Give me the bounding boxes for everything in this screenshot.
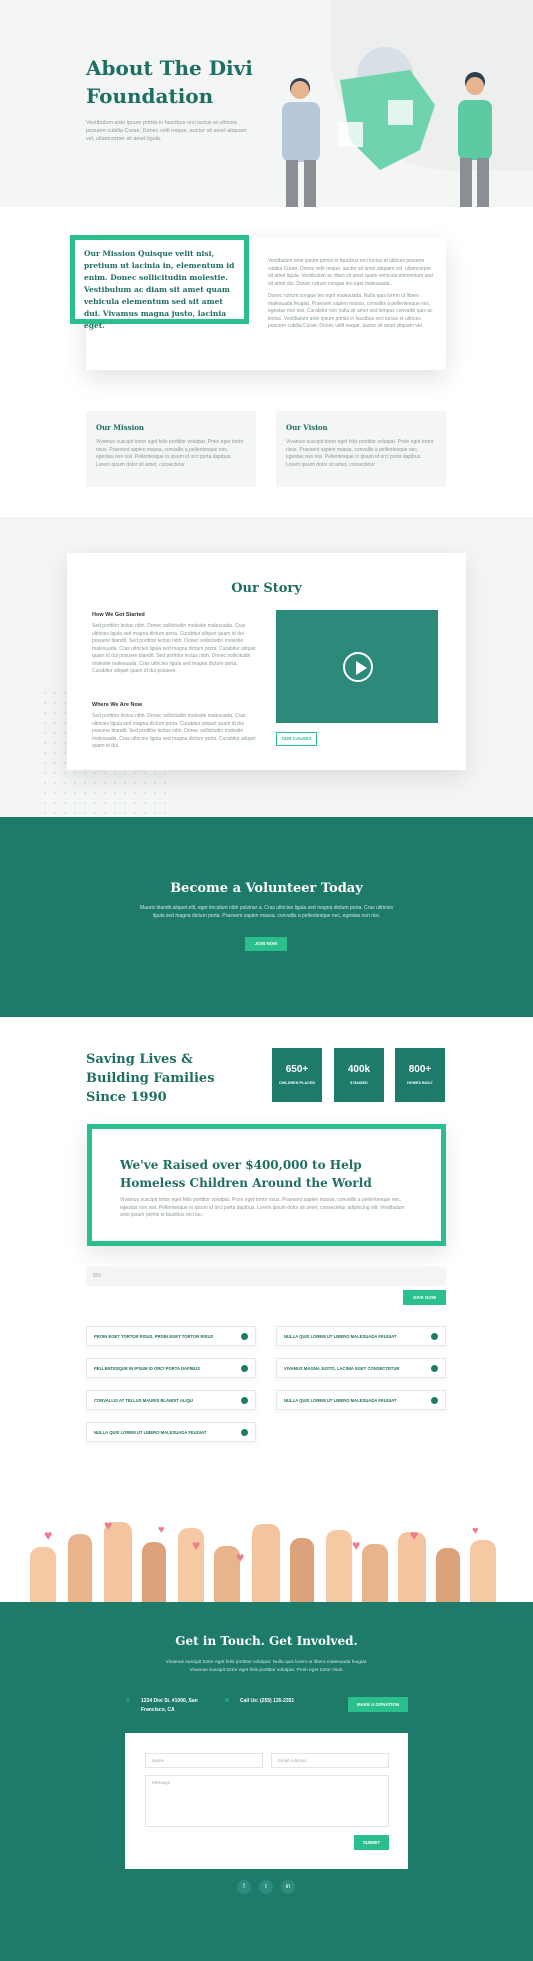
message-textarea[interactable]: Message (145, 1775, 389, 1827)
our-vision-title: Our Vision (286, 423, 328, 432)
submit-button[interactable]: SUBMIT (354, 1835, 389, 1850)
plus-icon (241, 1333, 248, 1340)
mission-quote: Our Mission Quisque velit nisi, pretium … (84, 249, 235, 330)
hero-title: About The Divi Foundation (86, 56, 253, 108)
facebook-icon[interactable]: f (237, 1880, 251, 1894)
name-input[interactable]: Name (145, 1753, 263, 1768)
faq-toggle[interactable]: PROIN EGET TORTOR RISUS. PROIN EGET TORT… (86, 1326, 256, 1346)
contact-text: Vivamus suscipit tortor eget felis portt… (165, 1660, 368, 1673)
mission-quote-box: Our Mission Quisque velit nisi, pretium … (70, 235, 249, 330)
heart-icon: ♥ (410, 1527, 419, 1543)
donation-amount-input[interactable]: $50 (86, 1267, 446, 1286)
join-now-button[interactable]: JOIN NOW (245, 937, 287, 951)
faq-toggle[interactable]: PELLENTESQUE IN IPSUM ID ORCI PORTA DAPI… (86, 1358, 256, 1378)
heart-icon: ♥ (158, 1524, 165, 1536)
story-para-2: Sed porttitor lectus nibh. Donec sollici… (92, 713, 256, 749)
story-heading-1: How We Got Started (92, 612, 145, 618)
heart-icon: ♥ (472, 1525, 479, 1537)
faq-toggle[interactable]: NULLA QUIS LOREM UT LIBERO MALESUADA FEU… (276, 1390, 446, 1410)
heart-icon: ♥ (236, 1549, 245, 1565)
faq-label: CONVALLIS AT TELLUS MAURIS BLANDIT ALIQU (94, 1398, 193, 1403)
heart-icon: ♥ (192, 1537, 201, 1553)
plus-icon (241, 1397, 248, 1404)
mission-para-2: Donec rutrum congue leo eget malesuada. … (268, 293, 433, 329)
faq-label: NULLA QUIS LOREM UT LIBERO MALESUADA FEU… (284, 1398, 397, 1403)
stats-section (0, 1017, 533, 1497)
stat-homes: 800+ HOMES BUILT (395, 1048, 445, 1102)
play-icon[interactable] (343, 652, 373, 682)
story-video[interactable] (276, 610, 438, 723)
faq-label: VIVAMUS MAGNA JUSTO, LACINIA EGET CONSEC… (284, 1366, 400, 1371)
story-heading-2: Where We Are Now (92, 702, 143, 708)
email-input[interactable]: Email Address (271, 1753, 389, 1768)
plus-icon (241, 1429, 248, 1436)
faq-toggle[interactable]: NULLA QUIS LOREM UT LIBERO MALESUADA FEU… (86, 1422, 256, 1442)
our-mission-card: Our Mission Vivamus suscipit tortor eget… (86, 411, 256, 487)
raised-text: Vivamus suscipit tortor eget felis portt… (120, 1197, 405, 1218)
our-vision-text: Vivamus suscipit tortor eget felis portt… (286, 439, 434, 468)
stat-raised: 400k $ RAISED (334, 1048, 384, 1102)
stat-value: 800+ (408, 1064, 432, 1075)
stat-children: 650+ CHILDREN PLACED (272, 1048, 322, 1102)
contact-phone: Call Us: (255) 135-2351 (240, 1698, 295, 1704)
faq-label: NULLA QUIS LOREM UT LIBERO MALESUADA FEU… (284, 1334, 397, 1339)
plus-icon (431, 1397, 438, 1404)
faq-label: PELLENTESQUE IN IPSUM ID ORCI PORTA DAPI… (94, 1366, 200, 1371)
mission-para-1: Vestibulum ante ipsum primis in faucibus… (268, 258, 433, 287)
faq-toggle[interactable]: VIVAMUS MAGNA JUSTO, LACINIA EGET CONSEC… (276, 1358, 446, 1378)
phone-icon: ✆ (225, 1698, 230, 1704)
plus-icon (241, 1365, 248, 1372)
stats-heading: Saving Lives & Building Families Since 1… (86, 1052, 215, 1105)
stat-label: HOMES BUILT (407, 1081, 433, 1085)
faq-toggle[interactable]: NULLA QUIS LOREM UT LIBERO MALESUADA FEU… (276, 1326, 446, 1346)
heart-icon: ♥ (104, 1517, 113, 1533)
faq-toggle[interactable]: CONVALLIS AT TELLUS MAURIS BLANDIT ALIQU (86, 1390, 256, 1410)
heart-icon: ♥ (44, 1527, 53, 1543)
raised-box: We've Raised over $400,000 to Help Homel… (87, 1124, 446, 1246)
puzzle-illustration (282, 47, 492, 207)
story-title: Our Story (231, 581, 302, 596)
stat-value: 650+ (285, 1064, 309, 1075)
hero-text: Vestibulum ante ipsum primis in faucibus… (86, 120, 247, 142)
raised-title: We've Raised over $400,000 to Help Homel… (120, 1158, 372, 1190)
our-vision-card: Our Vision Vivamus suscipit tortor eget … (276, 411, 446, 487)
faq-label: PROIN EGET TORTOR RISUS. PROIN EGET TORT… (94, 1334, 214, 1339)
make-donation-button[interactable]: MAKE A DONATION (348, 1697, 408, 1712)
volunteer-text: Mauris blandit aliquet elit, eget tincid… (140, 905, 393, 919)
contact-form: Name Email Address Message SUBMIT (125, 1733, 408, 1869)
story-card: Our Story How We Got Started Sed porttit… (67, 553, 466, 770)
stat-label: $ RAISED (350, 1081, 368, 1085)
our-mission-title: Our Mission (96, 423, 145, 432)
mission-paragraphs: Vestibulum ante ipsum primis in faucibus… (268, 258, 433, 331)
story-para-1: Sed porttitor lectus nibh. Donec sollici… (92, 623, 256, 674)
give-now-button[interactable]: GIVE NOW (403, 1290, 446, 1305)
contact-address: 1234 Divi St. #1000, San Francisco, CA (141, 1698, 198, 1713)
plus-icon (431, 1333, 438, 1340)
our-causes-button[interactable]: OUR CAUSES (276, 732, 317, 746)
stat-value: 400k (347, 1064, 371, 1075)
faq-label: NULLA QUIS LOREM UT LIBERO MALESUADA FEU… (94, 1430, 207, 1435)
our-mission-text: Vivamus suscipit tortor eget felis portt… (96, 439, 244, 468)
plus-icon (431, 1365, 438, 1372)
hands-illustration: ♥ ♥ ♥ ♥ ♥ ♥ ♥ ♥ (0, 1497, 533, 1602)
twitter-icon[interactable]: t (259, 1880, 273, 1894)
instagram-icon[interactable]: in (281, 1880, 295, 1894)
stat-label: CHILDREN PLACED (278, 1081, 316, 1085)
map-pin-icon: ⚲ (126, 1698, 130, 1704)
heart-icon: ♥ (352, 1537, 361, 1553)
hero-section: About The Divi Foundation Vestibulum ant… (0, 0, 533, 207)
